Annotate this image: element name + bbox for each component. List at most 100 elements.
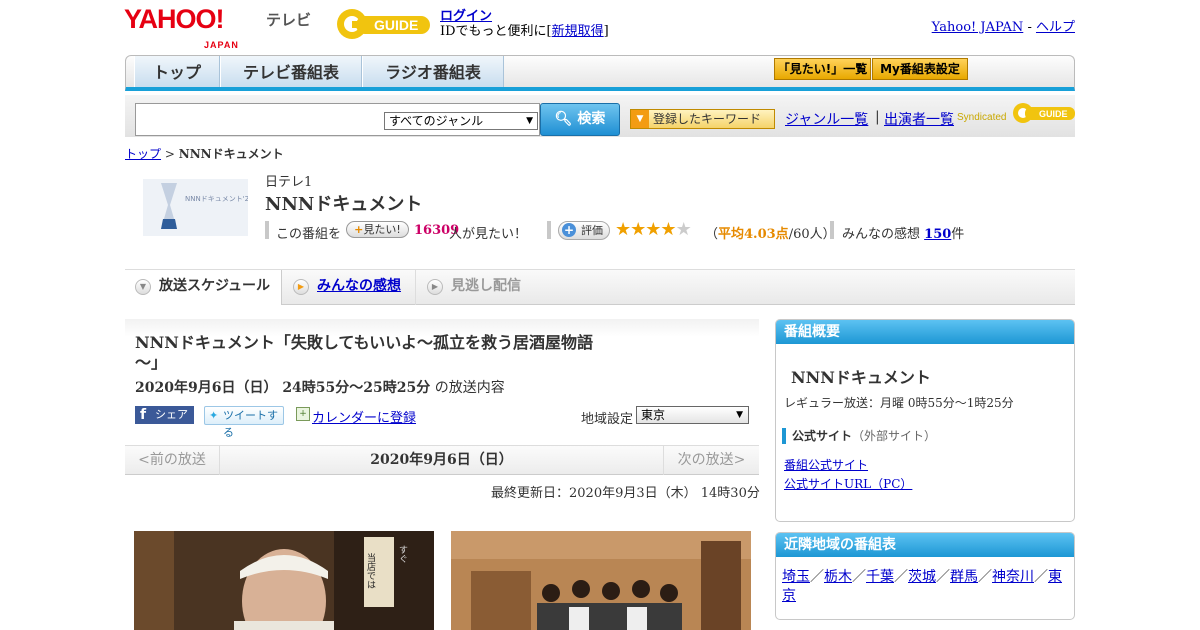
nav-tab-tv-listings[interactable]: テレビ番組表 <box>220 56 362 87</box>
nav-tab-radio-listings[interactable]: ラジオ番組表 <box>362 56 504 87</box>
reviews-label: みんなの感想 <box>842 227 921 242</box>
overview-program-name: NNNドキュメント <box>791 368 931 387</box>
star-icon: ★ <box>645 219 661 240</box>
previous-broadcast-button[interactable]: <前の放送 <box>125 446 220 475</box>
play-icon: ▶ <box>293 279 309 295</box>
star-icon: ★ <box>630 219 646 240</box>
mitai-list-button[interactable]: 「見たい!」一覧 <box>774 58 871 80</box>
search-button[interactable]: 🔍︎ 検索 <box>540 103 620 136</box>
add-to-calendar-link[interactable]: カレンダーに登録 <box>312 407 416 426</box>
photo1-sign-text-2: すぐ <box>397 545 408 563</box>
yahoo-japan-link[interactable]: Yahoo! JAPAN <box>932 20 1024 35</box>
tab-schedule[interactable]: ▼ 放送スケジュール <box>125 270 282 305</box>
header-links: Yahoo! JAPAN - ヘルプ <box>932 16 1075 35</box>
tab-schedule-label: 放送スケジュール <box>159 278 271 294</box>
region-separator: ／ <box>810 569 824 585</box>
region-link-kanagawa[interactable]: 神奈川 <box>992 569 1034 585</box>
reviews-count-link[interactable]: 150 <box>924 227 951 242</box>
registered-keywords-label: 登録したキーワード <box>653 112 762 126</box>
region-link-ibaraki[interactable]: 茨城 <box>908 569 936 585</box>
region-link-saitama[interactable]: 埼玉 <box>782 569 810 585</box>
divider <box>830 221 834 239</box>
tab-reviews-label: みんなの感想 <box>317 278 401 294</box>
cast-list-link[interactable]: 出演者一覧 <box>884 109 954 129</box>
facebook-share-label: シェア <box>155 408 188 421</box>
overview-heading: 番組概要 <box>776 320 1074 344</box>
official-site-pc-link[interactable]: 公式サイトURL（PC） <box>784 475 912 492</box>
episode-airtime: 2020年9月6日（日） 24時55分～25時25分 の放送内容 <box>135 377 505 397</box>
tab-missed-streaming[interactable]: ▶ 見逃し配信 <box>417 270 547 305</box>
genre-select[interactable]: すべてのジャンル ▼ <box>384 112 538 130</box>
star-icon: ★ <box>615 219 631 240</box>
breadcrumb: トップ > NNNドキュメント <box>125 145 284 162</box>
login-note-suffix: ] <box>603 24 609 39</box>
search-icon: 🔍︎ <box>554 111 573 127</box>
gguide-logo[interactable]: GUIDE <box>334 6 434 42</box>
star-empty-icon: ★ <box>675 219 692 240</box>
want-suffix: 人が見たい！ <box>449 227 528 242</box>
syndicated-gguide-logo: GUIDE <box>1011 101 1075 125</box>
program-title: NNNドキュメント <box>265 194 423 215</box>
chevron-down-icon: ▼ <box>736 410 743 420</box>
region-select[interactable]: 東京 ▼ <box>636 406 749 424</box>
region-separator: ／ <box>894 569 908 585</box>
help-link[interactable]: ヘルプ <box>1036 20 1075 35</box>
rating-stars: ★★★★★ <box>615 219 692 240</box>
region-separator: ／ <box>852 569 866 585</box>
pager-date: 2020年9月6日（日） <box>370 452 513 468</box>
login-note: IDでもっと便利に[新規取得] <box>440 20 609 39</box>
divider <box>547 221 551 239</box>
signup-link[interactable]: 新規取得 <box>552 24 604 39</box>
reviews-unit: 件 <box>951 227 965 242</box>
calendar-icon[interactable]: + <box>296 407 310 421</box>
region-link-tochigi[interactable]: 栃木 <box>824 569 852 585</box>
login-note-prefix: IDでもっと便利に[ <box>440 24 552 39</box>
my-listing-settings-button[interactable]: My番組表設定 <box>872 58 968 80</box>
episode-photo-2 <box>451 531 751 630</box>
search-button-label: 検索 <box>577 111 606 127</box>
neighbor-regions-box: 近隣地域の番組表 埼玉／栃木／千葉／茨城／群馬／神奈川／東京 <box>775 532 1075 620</box>
regular-broadcast: レギュラー放送：月曜 0時55分～1時25分 <box>784 396 1014 410</box>
link-separator: | <box>875 109 880 125</box>
average-rating: （平均4.03点/60人） <box>705 223 836 242</box>
syndicated-logo-text: GUIDE <box>1039 109 1068 119</box>
facebook-icon: f <box>140 407 147 423</box>
tweet-button[interactable]: ✦ ツイートする <box>204 406 284 439</box>
region-link-chiba[interactable]: 千葉 <box>866 569 894 585</box>
plus-icon: + <box>562 223 576 237</box>
gguide-logo-text: GUIDE <box>374 17 418 33</box>
page: YAHOO! JAPAN テレビ GUIDE ログイン IDでもっと便利に[新規… <box>0 0 1200 630</box>
broadcast-pager: <前の放送 2020年9月6日（日） 次の放送> <box>125 445 759 475</box>
region-separator: ／ <box>978 569 992 585</box>
region-label: 地域設定 <box>581 412 634 427</box>
region-link-gunma[interactable]: 群馬 <box>950 569 978 585</box>
chevron-down-icon: ▼ <box>135 279 151 295</box>
official-site-link[interactable]: 番組公式サイト <box>784 456 868 473</box>
region-separator: ／ <box>1034 569 1048 585</box>
neighbor-region-links: 埼玉／栃木／千葉／茨城／群馬／神奈川／東京 <box>782 568 1067 606</box>
tab-reviews[interactable]: ▶ みんなの感想 <box>283 270 416 305</box>
want-to-watch-button[interactable]: +見たい! <box>346 221 409 238</box>
rate-button[interactable]: + 評価 <box>558 221 610 240</box>
official-site-heading: 公式サイト（外部サイト） <box>782 428 936 444</box>
syndicated-label: Syndicated <box>957 112 1007 123</box>
registered-keywords-button[interactable]: ▼ 登録したキーワード <box>630 109 775 129</box>
breadcrumb-current: NNNドキュメント <box>178 147 284 161</box>
episode-title: NNNドキュメント「失敗してもいいよ～孤立を救う居酒屋物語～」 <box>135 333 593 372</box>
thumbnail-caption: NNNドキュメント'20 <box>185 195 248 203</box>
avg-count: /60人） <box>788 227 836 242</box>
nav-tab-top[interactable]: トップ <box>134 56 220 87</box>
plus-icon: + <box>354 223 364 236</box>
avg-score: 平均4.03点 <box>718 227 789 242</box>
episode-airtime-suffix: の放送内容 <box>434 380 505 396</box>
episode-photo-1: 当店では すぐ <box>134 531 434 630</box>
tv-service-name: テレビ <box>266 12 312 29</box>
neighbors-heading: 近隣地域の番組表 <box>776 533 1074 557</box>
official-site-note: （外部サイト） <box>852 429 937 443</box>
region-select-value: 東京 <box>641 408 666 422</box>
next-broadcast-button[interactable]: 次の放送> <box>663 446 759 475</box>
breadcrumb-top-link[interactable]: トップ <box>125 147 161 161</box>
yahoo-logo[interactable]: YAHOO! JAPAN <box>124 6 238 51</box>
genre-list-link[interactable]: ジャンル一覧 <box>785 109 868 129</box>
facebook-share-button[interactable]: f シェア <box>135 406 194 424</box>
